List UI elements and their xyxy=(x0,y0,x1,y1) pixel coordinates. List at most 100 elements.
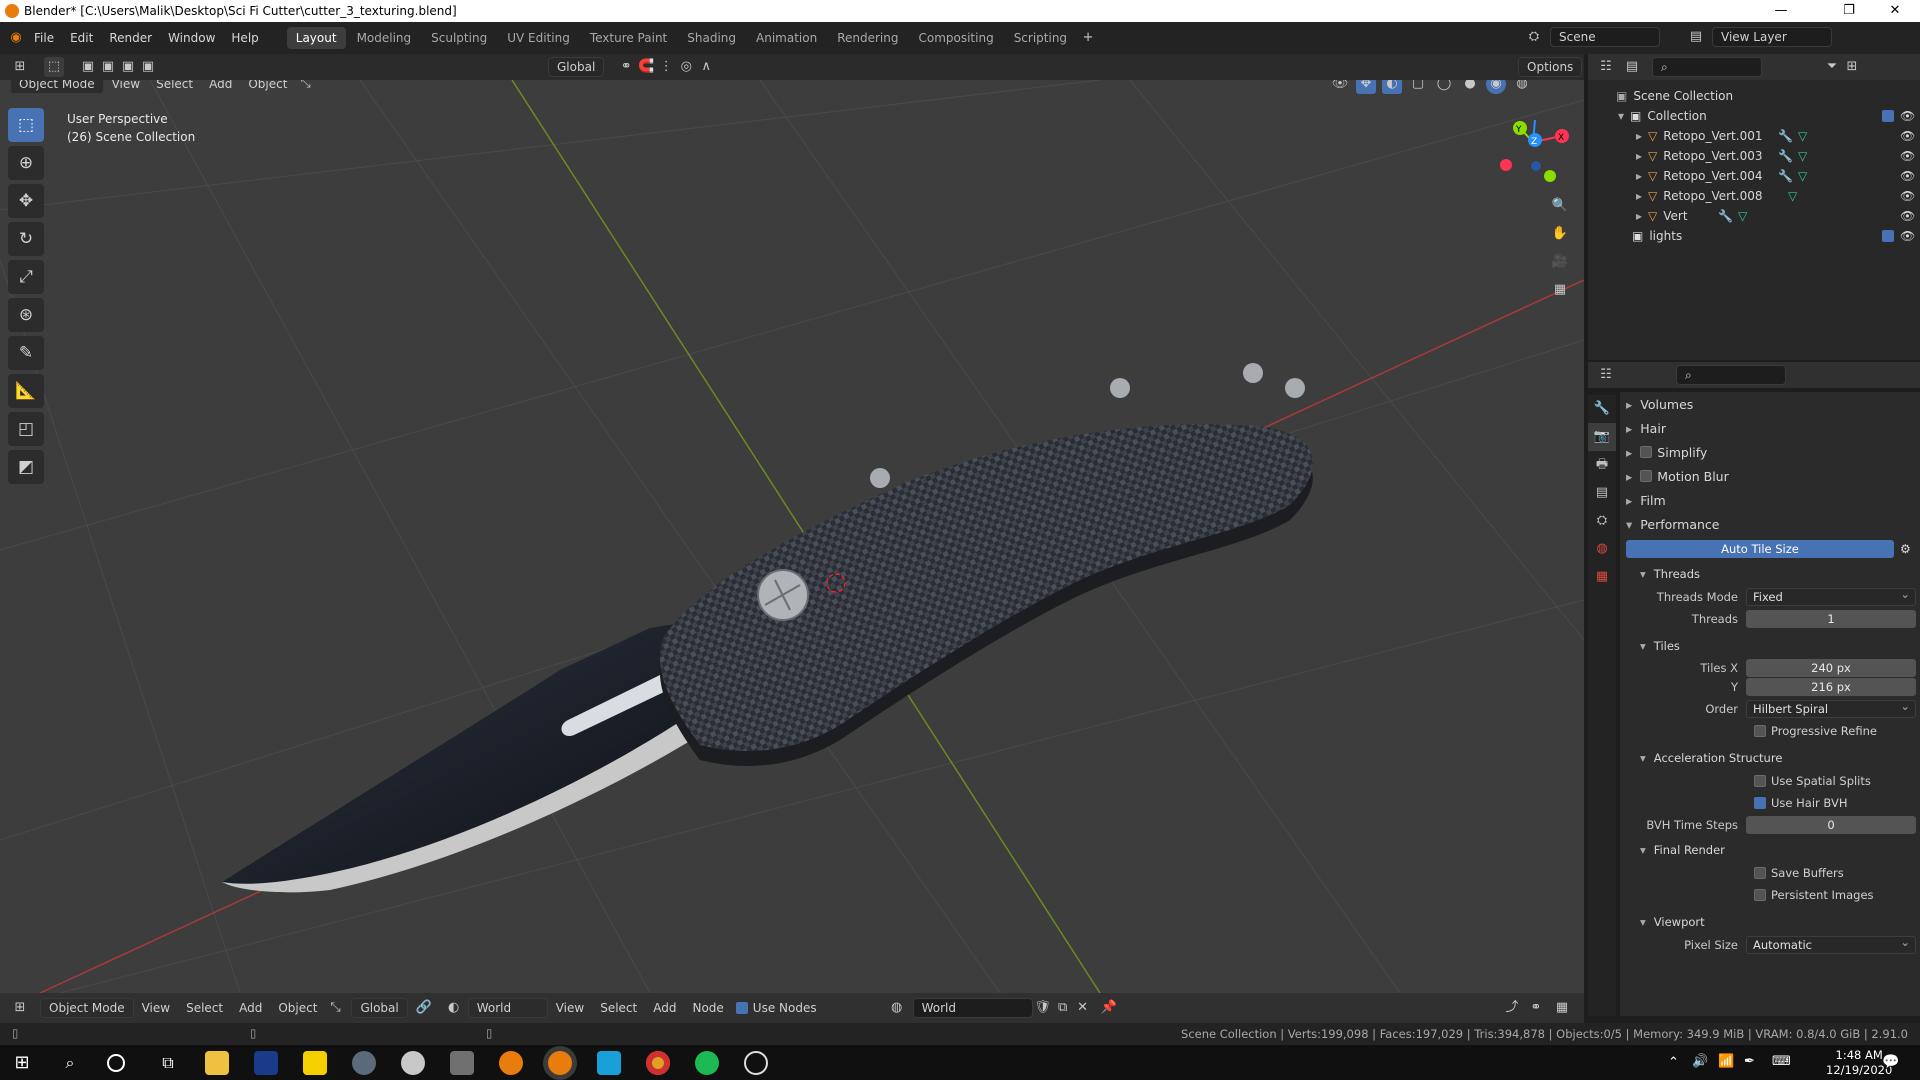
filter-icon[interactable]: ⏷ xyxy=(1822,57,1842,77)
world-tab-icon[interactable]: ◍ xyxy=(1588,535,1616,563)
transform-affect-icon[interactable]: ⤡ xyxy=(295,80,315,94)
modifier-wrench-icon[interactable]: 🔧 xyxy=(1778,129,1793,143)
persistent-images-checkbox[interactable] xyxy=(1754,889,1766,901)
workspace-tab-shading[interactable]: Shading xyxy=(678,27,745,49)
editor-type-icon[interactable]: ⊞ xyxy=(10,57,30,77)
persistent-images-row[interactable]: Persistent Images xyxy=(1620,884,1920,906)
chrome-icon[interactable] xyxy=(646,1051,670,1075)
blender-active-taskbar-icon[interactable] xyxy=(548,1051,572,1075)
world-icon[interactable]: ◍ xyxy=(887,998,907,1018)
zoom-icon[interactable]: 🔍 xyxy=(1550,196,1570,216)
camera-view-icon[interactable]: 🎥 xyxy=(1550,252,1570,272)
node-menu-view2[interactable]: View xyxy=(548,1001,592,1015)
outliner-object-row[interactable]: ▸ ▽ Vert 🔧 ▽ 👁 xyxy=(1588,206,1920,226)
view-layer-tab-icon[interactable]: ▤ xyxy=(1588,479,1616,507)
outliner-lights-collection[interactable]: ▣ lights 👁 xyxy=(1588,226,1920,246)
select-box-tool-icon[interactable]: ⬚ xyxy=(8,108,44,142)
eye-icon[interactable]: 👁 xyxy=(1900,129,1915,143)
collection-exclude-checkbox[interactable] xyxy=(1882,110,1894,122)
rendered-shading-icon[interactable]: ◍ xyxy=(1512,80,1532,94)
workspace-tab-animation[interactable]: Animation xyxy=(747,27,826,49)
shader-type-dropdown[interactable]: World xyxy=(467,998,548,1018)
duplicate-icon[interactable]: ⧉ xyxy=(1053,998,1073,1018)
pivot-icon[interactable]: ⚭ xyxy=(616,57,636,77)
file-explorer-icon[interactable] xyxy=(205,1051,229,1075)
scene-icon[interactable]: ⛭ xyxy=(1524,27,1544,47)
modifier-wrench-icon[interactable]: 🔧 xyxy=(1778,149,1793,163)
notifications-icon[interactable]: 💬 xyxy=(1882,1054,1899,1070)
search-icon[interactable]: ⌕ xyxy=(58,1051,82,1075)
parent-node-tree-icon[interactable]: ⤴ xyxy=(1502,998,1522,1018)
windows-start-icon[interactable]: ⊞ xyxy=(10,1051,34,1075)
progressive-refine-checkbox[interactable] xyxy=(1754,725,1766,737)
outliner-object-row[interactable]: ▸ ▽ Retopo_Vert.008 ▽ 👁 xyxy=(1588,186,1920,206)
texture-tab-icon[interactable]: ▦ xyxy=(1588,563,1616,591)
eye-icon[interactable]: 👁 xyxy=(1900,189,1915,203)
render-tab-icon[interactable]: 📷 xyxy=(1588,423,1616,451)
spatial-splits-checkbox[interactable] xyxy=(1754,775,1766,787)
object-mode-dropdown[interactable]: Object Mode xyxy=(10,80,104,94)
view-layer-selector[interactable]: View Layer xyxy=(1712,27,1832,47)
snap-element-icon[interactable]: ⋮ xyxy=(656,57,676,77)
app-icon[interactable] xyxy=(352,1051,376,1075)
select-invert-icon[interactable]: ▣ xyxy=(138,57,158,77)
mesh-data-icon[interactable]: ▽ xyxy=(1788,189,1797,203)
expand-right-icon[interactable]: ▸ xyxy=(1636,129,1642,143)
node-menu-select2[interactable]: Select xyxy=(592,1001,645,1015)
unlink-icon[interactable]: ✕ xyxy=(1073,998,1093,1018)
section-motion-blur[interactable]: ▸ Motion Blur xyxy=(1620,464,1920,488)
bvh-time-steps-field[interactable]: 0 xyxy=(1746,816,1916,834)
auto-tile-size-button[interactable]: Auto Tile Size xyxy=(1626,540,1894,558)
falloff-icon[interactable]: ∧ xyxy=(696,57,716,77)
outliner-search-input[interactable]: ⌕ xyxy=(1652,57,1762,77)
use-nodes-checkbox[interactable] xyxy=(735,1002,748,1014)
new-collection-icon[interactable]: ⊞ xyxy=(1842,57,1862,77)
simplify-checkbox[interactable] xyxy=(1640,446,1653,458)
select-extend-icon[interactable]: ▣ xyxy=(98,57,118,77)
link-icon[interactable]: 🔗 xyxy=(414,998,434,1018)
output-tab-icon[interactable]: 🖶 xyxy=(1588,451,1616,479)
menu-render[interactable]: Render xyxy=(101,22,160,54)
mesh-data-icon[interactable]: ▽ xyxy=(1798,129,1807,143)
eye-icon[interactable]: 👁 xyxy=(1900,209,1915,223)
viewport-menu-select[interactable]: Select xyxy=(148,80,201,91)
add-cube-tool-icon[interactable]: ◰ xyxy=(8,412,44,446)
tool-tab-icon[interactable]: 🔧 xyxy=(1588,395,1616,423)
transform-affect-icon[interactable]: ⤡ xyxy=(325,998,345,1018)
app-icon[interactable] xyxy=(401,1051,425,1075)
pin-icon[interactable]: 📌 xyxy=(1099,998,1119,1018)
view-layer-icon[interactable]: ▤ xyxy=(1686,27,1706,47)
workspace-tab-modeling[interactable]: Modeling xyxy=(348,27,421,49)
node-orientation-dropdown[interactable]: Global xyxy=(351,998,408,1018)
snap-icon[interactable]: 🧲 xyxy=(636,57,656,77)
eye-icon[interactable]: 👁 xyxy=(1900,229,1915,243)
add-workspace-icon[interactable]: + xyxy=(1078,28,1098,48)
maximize-icon[interactable]: ❐ xyxy=(1826,0,1872,22)
subsection-acceleration[interactable]: ▾ Acceleration Structure xyxy=(1620,746,1920,770)
progressive-refine-row[interactable]: Progressive Refine xyxy=(1620,720,1920,742)
proportional-edit-icon[interactable]: ◎ xyxy=(676,57,696,77)
select-subtract-icon[interactable]: ▣ xyxy=(118,57,138,77)
sticky-notes-icon[interactable] xyxy=(303,1051,327,1075)
wifi-icon[interactable]: 📶 xyxy=(1718,1054,1734,1069)
world-name-field[interactable]: World xyxy=(912,998,1033,1018)
scene-tab-icon[interactable]: ⛭ xyxy=(1588,507,1616,535)
gizmo-toggle-icon[interactable]: ✥ xyxy=(1356,80,1376,94)
motion-blur-checkbox[interactable] xyxy=(1640,470,1653,482)
tray-chevron-icon[interactable]: ⌃ xyxy=(1668,1055,1679,1070)
eye-icon[interactable]: 👁 xyxy=(1900,149,1915,163)
select-box-mode-icon[interactable]: ▣ xyxy=(78,57,98,77)
section-simplify[interactable]: ▸ Simplify xyxy=(1620,440,1920,464)
overlays-icon[interactable]: ◐ xyxy=(1382,80,1402,94)
save-buffers-checkbox[interactable] xyxy=(1754,867,1766,879)
node-menu-view[interactable]: View xyxy=(134,1001,178,1015)
pan-hand-icon[interactable]: ✋ xyxy=(1550,224,1570,244)
measure-tool-icon[interactable]: 📐 xyxy=(8,374,44,408)
viewport-menu-view[interactable]: View xyxy=(104,80,148,91)
expand-down-icon[interactable]: ▾ xyxy=(1618,109,1624,123)
workspace-tab-uv-editing[interactable]: UV Editing xyxy=(498,27,579,49)
expand-right-icon[interactable]: ▸ xyxy=(1636,209,1642,223)
spatial-splits-row[interactable]: Use Spatial Splits xyxy=(1620,770,1920,792)
outliner-object-row[interactable]: ▸ ▽ Retopo_Vert.004 🔧 ▽ 👁 xyxy=(1588,166,1920,186)
task-view-icon[interactable]: ⧉ xyxy=(156,1051,180,1075)
